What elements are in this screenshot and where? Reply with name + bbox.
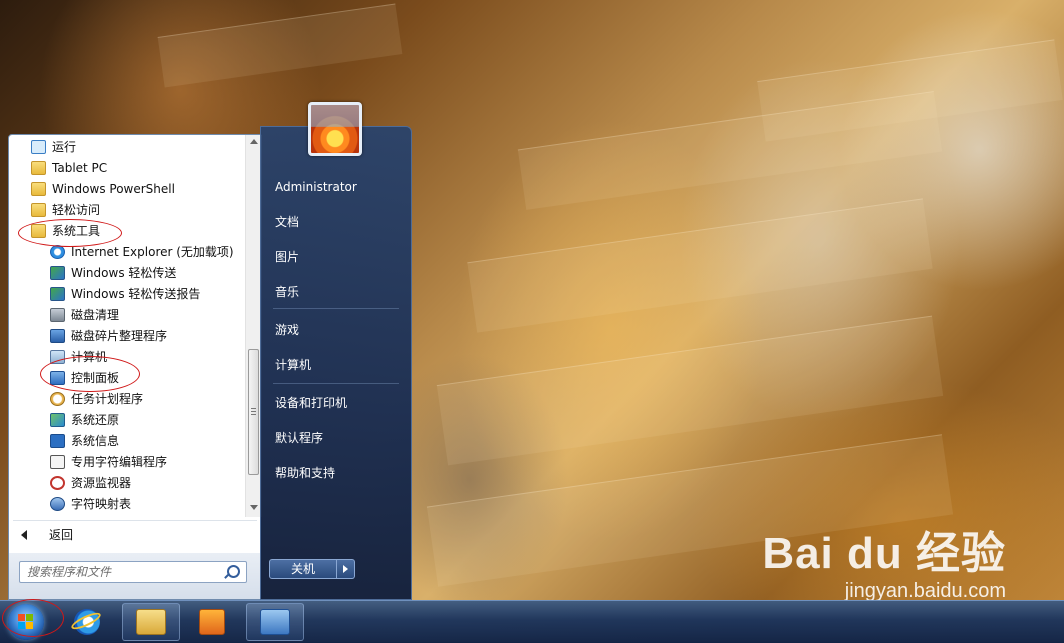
- computer-link[interactable]: 计算机: [275, 355, 311, 375]
- list-item[interactable]: Windows 轻松传送: [50, 263, 176, 283]
- easy-transfer-report-icon: [50, 286, 65, 301]
- list-item[interactable]: 磁盘清理: [50, 305, 119, 325]
- list-item[interactable]: 任务计划程序: [50, 389, 143, 409]
- list-item[interactable]: Windows PowerShell: [31, 179, 175, 199]
- annotation-circle-control-panel: [40, 356, 140, 392]
- list-item[interactable]: Windows 轻松传送报告: [50, 284, 200, 304]
- taskbar-ie-button[interactable]: [69, 607, 104, 637]
- games-link[interactable]: 游戏: [275, 320, 299, 340]
- list-item[interactable]: 系统信息: [50, 431, 119, 451]
- defrag-icon: [50, 328, 65, 343]
- places-pane: Administrator 文档 图片 音乐 游戏 计算机 设备和打印机 默认程…: [260, 126, 412, 600]
- back-button[interactable]: 返回: [21, 525, 73, 545]
- scroll-thumb[interactable]: [248, 349, 259, 475]
- divider: [273, 308, 399, 309]
- media-player-icon: [199, 609, 225, 635]
- char-editor-icon: [50, 454, 65, 469]
- taskbar-explorer-button[interactable]: [122, 603, 180, 641]
- disk-cleanup-icon: [50, 307, 65, 322]
- list-item[interactable]: 轻松访问: [31, 200, 100, 220]
- devices-printers-link[interactable]: 设备和打印机: [275, 393, 347, 413]
- resource-monitor-icon: [50, 475, 65, 490]
- easy-transfer-icon: [50, 265, 65, 280]
- folder-icon: [31, 202, 46, 217]
- music-link[interactable]: 音乐: [275, 282, 299, 302]
- system-restore-icon: [50, 412, 65, 427]
- list-item[interactable]: 系统还原: [50, 410, 119, 430]
- user-name-link[interactable]: Administrator: [275, 177, 357, 197]
- folder-icon: [31, 160, 46, 175]
- divider: [13, 520, 257, 521]
- search-icon[interactable]: [227, 565, 240, 578]
- default-programs-link[interactable]: 默认程序: [275, 428, 323, 448]
- shutdown-button[interactable]: 关机: [269, 559, 337, 579]
- taskbar-media-player-button[interactable]: [184, 603, 238, 641]
- task-scheduler-icon: [50, 391, 65, 406]
- list-item[interactable]: 字符映射表: [50, 494, 131, 514]
- scroll-up-icon[interactable]: [250, 139, 258, 144]
- list-item-label: 系统还原: [71, 413, 120, 427]
- list-item-label: 轻松访问: [52, 203, 101, 217]
- annotation-circle-system-tools: [18, 219, 122, 247]
- annotation-circle-start-button: [2, 599, 64, 637]
- list-item-label: Windows PowerShell: [52, 182, 175, 196]
- search-input[interactable]: 搜索程序和文件: [19, 561, 247, 583]
- list-item-label: 专用字符编辑程序: [71, 455, 168, 469]
- help-support-link[interactable]: 帮助和支持: [275, 463, 335, 483]
- list-item[interactable]: 运行: [31, 137, 76, 157]
- back-arrow-icon: [21, 529, 27, 540]
- scroll-down-icon[interactable]: [250, 505, 258, 510]
- divider: [273, 383, 399, 384]
- watermark-url: jingyan.baidu.com: [844, 580, 1006, 602]
- list-item[interactable]: Tablet PC: [31, 158, 107, 178]
- folder-icon: [31, 181, 46, 196]
- list-item-label: 磁盘碎片整理程序: [71, 329, 168, 343]
- list-item[interactable]: 专用字符编辑程序: [50, 452, 167, 472]
- watermark-logo: Bai du 经验: [762, 529, 1006, 578]
- documents-link[interactable]: 文档: [275, 212, 299, 232]
- list-item-label: 资源监视器: [71, 476, 132, 490]
- search-area: 搜索程序和文件: [9, 553, 261, 599]
- char-map-icon: [50, 496, 65, 511]
- list-item-label: 字符映射表: [71, 497, 132, 511]
- list-item-label: Tablet PC: [52, 161, 108, 175]
- system-info-icon: [50, 433, 65, 448]
- list-item-label: Internet Explorer (无加载项): [71, 245, 234, 259]
- taskbar: [0, 599, 1064, 643]
- back-label: 返回: [49, 528, 74, 542]
- list-item[interactable]: 资源监视器: [50, 473, 131, 493]
- list-item-label: 系统信息: [71, 434, 120, 448]
- search-placeholder: 搜索程序和文件: [27, 565, 112, 579]
- pictures-link[interactable]: 图片: [275, 247, 299, 267]
- list-item-label: 任务计划程序: [71, 392, 144, 406]
- programs-list: 运行 Tablet PC Windows PowerShell 轻松访问 系统工…: [9, 135, 245, 525]
- list-item-label: 磁盘清理: [71, 308, 120, 322]
- taskbar-control-panel-button[interactable]: [246, 603, 304, 641]
- list-item-label: Windows 轻松传送报告: [71, 287, 201, 301]
- folder-icon: [136, 609, 166, 635]
- list-item-label: Windows 轻松传送: [71, 266, 177, 280]
- baidu-watermark: Bai du 经验 jingyan.baidu.com: [762, 528, 1006, 602]
- shutdown-options-arrow-icon[interactable]: [337, 559, 355, 579]
- control-panel-icon: [260, 609, 290, 635]
- user-avatar[interactable]: [308, 102, 362, 156]
- list-item-label: 运行: [52, 140, 77, 154]
- run-icon: [31, 139, 46, 154]
- list-item[interactable]: 磁盘碎片整理程序: [50, 326, 167, 346]
